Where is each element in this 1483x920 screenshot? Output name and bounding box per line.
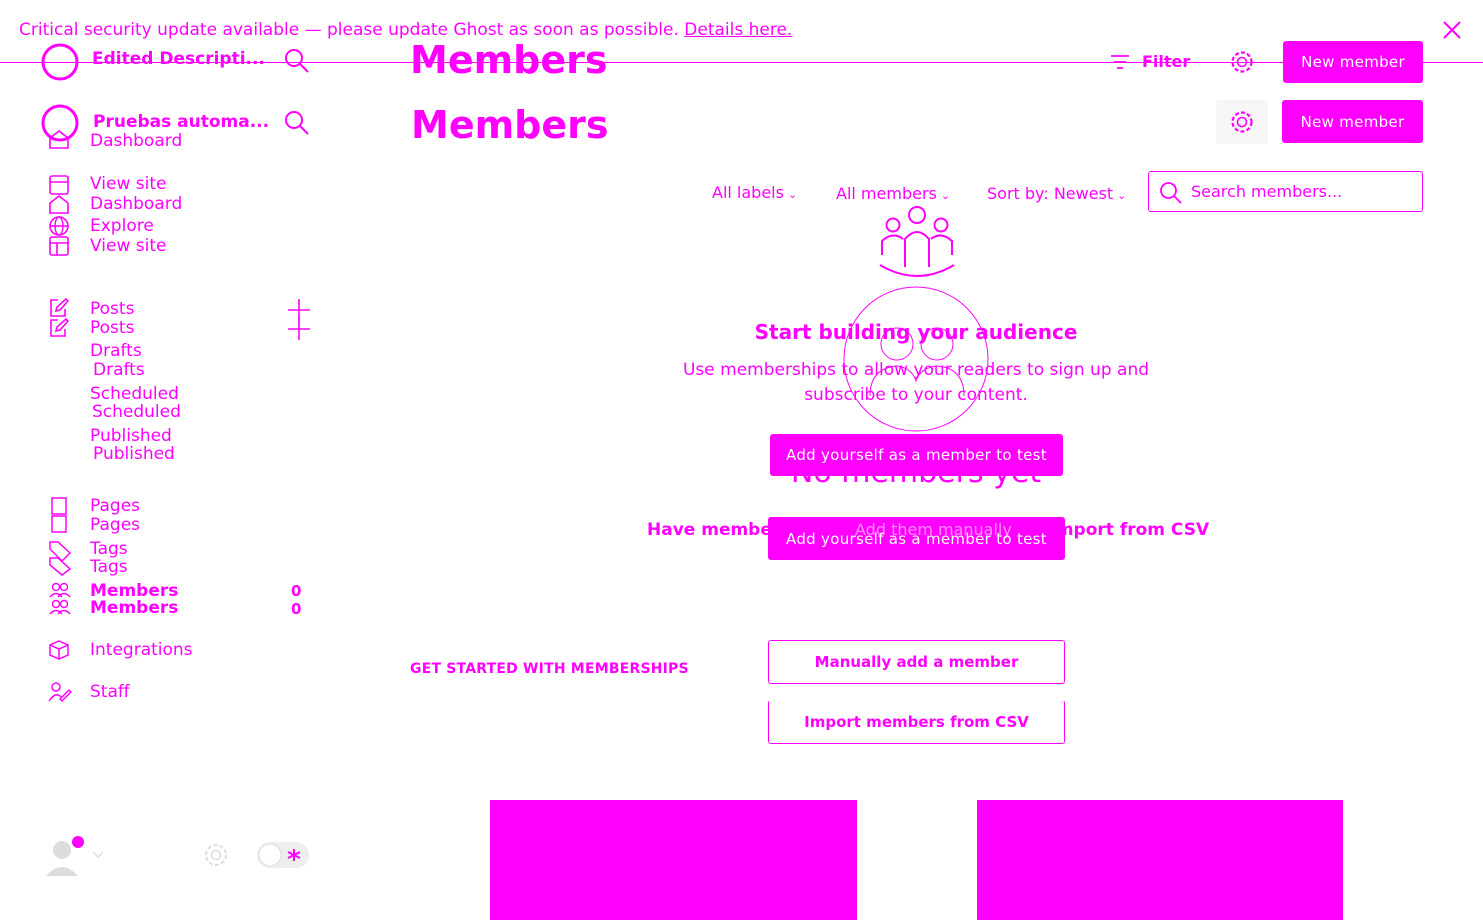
promo-card xyxy=(490,800,857,920)
nav-posts[interactable]: Posts xyxy=(90,299,134,319)
members-icon xyxy=(48,582,72,618)
view-site-icon xyxy=(48,235,70,257)
home-icon xyxy=(48,193,70,215)
nav-scheduled[interactable]: Scheduled xyxy=(92,402,181,422)
import-csv-link[interactable]: import from CSV xyxy=(1050,520,1209,540)
import-members-csv-button[interactable]: Import members from CSV xyxy=(768,700,1065,744)
posts-icon xyxy=(48,297,70,319)
security-banner: Critical security update available — ple… xyxy=(19,20,792,40)
labels-dropdown[interactable]: All labels ⌄ xyxy=(712,183,797,202)
banner-details-link[interactable]: Details here. xyxy=(684,20,792,40)
nav-staff[interactable]: Staff xyxy=(90,682,130,702)
gear-icon[interactable] xyxy=(1229,49,1255,75)
empty-state-heading: Start building your audience xyxy=(754,320,1078,344)
empty-state-description: Use memberships to allow your readers to… xyxy=(682,360,1150,380)
search-field[interactable] xyxy=(1148,171,1423,212)
add-manually-link[interactable]: Add them manually xyxy=(855,520,1012,539)
empty-state-description: subscribe to your content. xyxy=(804,385,1028,405)
site-logo-icon xyxy=(40,42,80,82)
pages-icon xyxy=(50,496,68,534)
page-title: Members xyxy=(410,38,608,82)
nav-published[interactable]: Published xyxy=(90,426,172,446)
filter-icon[interactable] xyxy=(1110,53,1130,71)
user-avatar[interactable] xyxy=(44,834,108,878)
posts-icon xyxy=(48,317,70,339)
nav-posts[interactable]: Posts xyxy=(90,318,134,338)
nav-view-site[interactable]: View site xyxy=(90,236,166,256)
members-illustration-icon xyxy=(878,203,956,281)
promo-card xyxy=(977,800,1343,920)
banner-text: Critical security update available — ple… xyxy=(19,20,679,40)
nav-pages[interactable]: Pages xyxy=(90,515,140,535)
new-member-button[interactable]: New member xyxy=(1283,41,1423,83)
staff-icon xyxy=(48,681,72,703)
new-member-button[interactable]: New member xyxy=(1282,100,1423,143)
members-dropdown[interactable]: All members ⌄ xyxy=(836,184,950,203)
chevron-down-icon: ⌄ xyxy=(1117,189,1127,202)
nav-view-site[interactable]: View site xyxy=(90,174,166,194)
chevron-down-icon: ⌄ xyxy=(940,189,951,202)
members-count: 0 xyxy=(291,582,302,600)
site-title[interactable]: Pruebas automa... xyxy=(93,112,269,132)
home-icon xyxy=(48,128,70,150)
settings-button[interactable] xyxy=(1216,100,1268,144)
nav-drafts[interactable]: Drafts xyxy=(93,360,145,380)
search-icon[interactable] xyxy=(284,110,310,136)
nav-explore[interactable]: Explore xyxy=(90,216,154,236)
nav-tags[interactable]: Tags xyxy=(90,557,128,577)
dark-mode-toggle[interactable] xyxy=(256,840,310,870)
globe-icon xyxy=(48,215,70,237)
filter-button[interactable]: Filter xyxy=(1142,52,1190,71)
sort-dropdown-label: Sort by: Newest xyxy=(987,184,1114,203)
nav-integrations[interactable]: Integrations xyxy=(90,640,193,660)
nav-scheduled[interactable]: Scheduled xyxy=(90,384,179,404)
integrations-icon xyxy=(48,639,70,661)
nav-tags[interactable]: Tags xyxy=(90,539,128,559)
gear-icon xyxy=(1231,111,1253,133)
site-title[interactable]: Edited Descripti... xyxy=(92,49,265,69)
chevron-down-icon: ⌄ xyxy=(787,188,798,201)
nav-drafts[interactable]: Drafts xyxy=(90,341,142,361)
no-members-heading: No members yet xyxy=(790,455,1042,490)
search-input[interactable] xyxy=(1189,181,1413,202)
plus-icon[interactable] xyxy=(287,317,311,341)
page-title: Members xyxy=(411,103,609,147)
nav-pages[interactable]: Pages xyxy=(90,496,140,516)
members-count: 0 xyxy=(291,600,302,618)
get-started-heading: GET STARTED WITH MEMBERSHIPS xyxy=(410,661,689,677)
search-icon[interactable] xyxy=(284,48,310,74)
nav-members[interactable]: Members xyxy=(90,598,178,618)
nav-dashboard[interactable]: Dashboard xyxy=(90,194,182,214)
labels-dropdown-label: All labels xyxy=(712,183,784,202)
tag-icon xyxy=(48,539,72,577)
close-icon[interactable] xyxy=(1440,18,1464,42)
members-dropdown-label: All members xyxy=(836,184,937,203)
sort-dropdown[interactable]: Sort by: Newest ⌄ xyxy=(987,184,1126,203)
manually-add-member-button[interactable]: Manually add a member xyxy=(768,640,1065,684)
nav-published[interactable]: Published xyxy=(93,444,175,464)
search-icon xyxy=(1160,182,1182,204)
nav-dashboard[interactable]: Dashboard xyxy=(90,131,182,151)
gear-icon[interactable] xyxy=(203,842,229,868)
